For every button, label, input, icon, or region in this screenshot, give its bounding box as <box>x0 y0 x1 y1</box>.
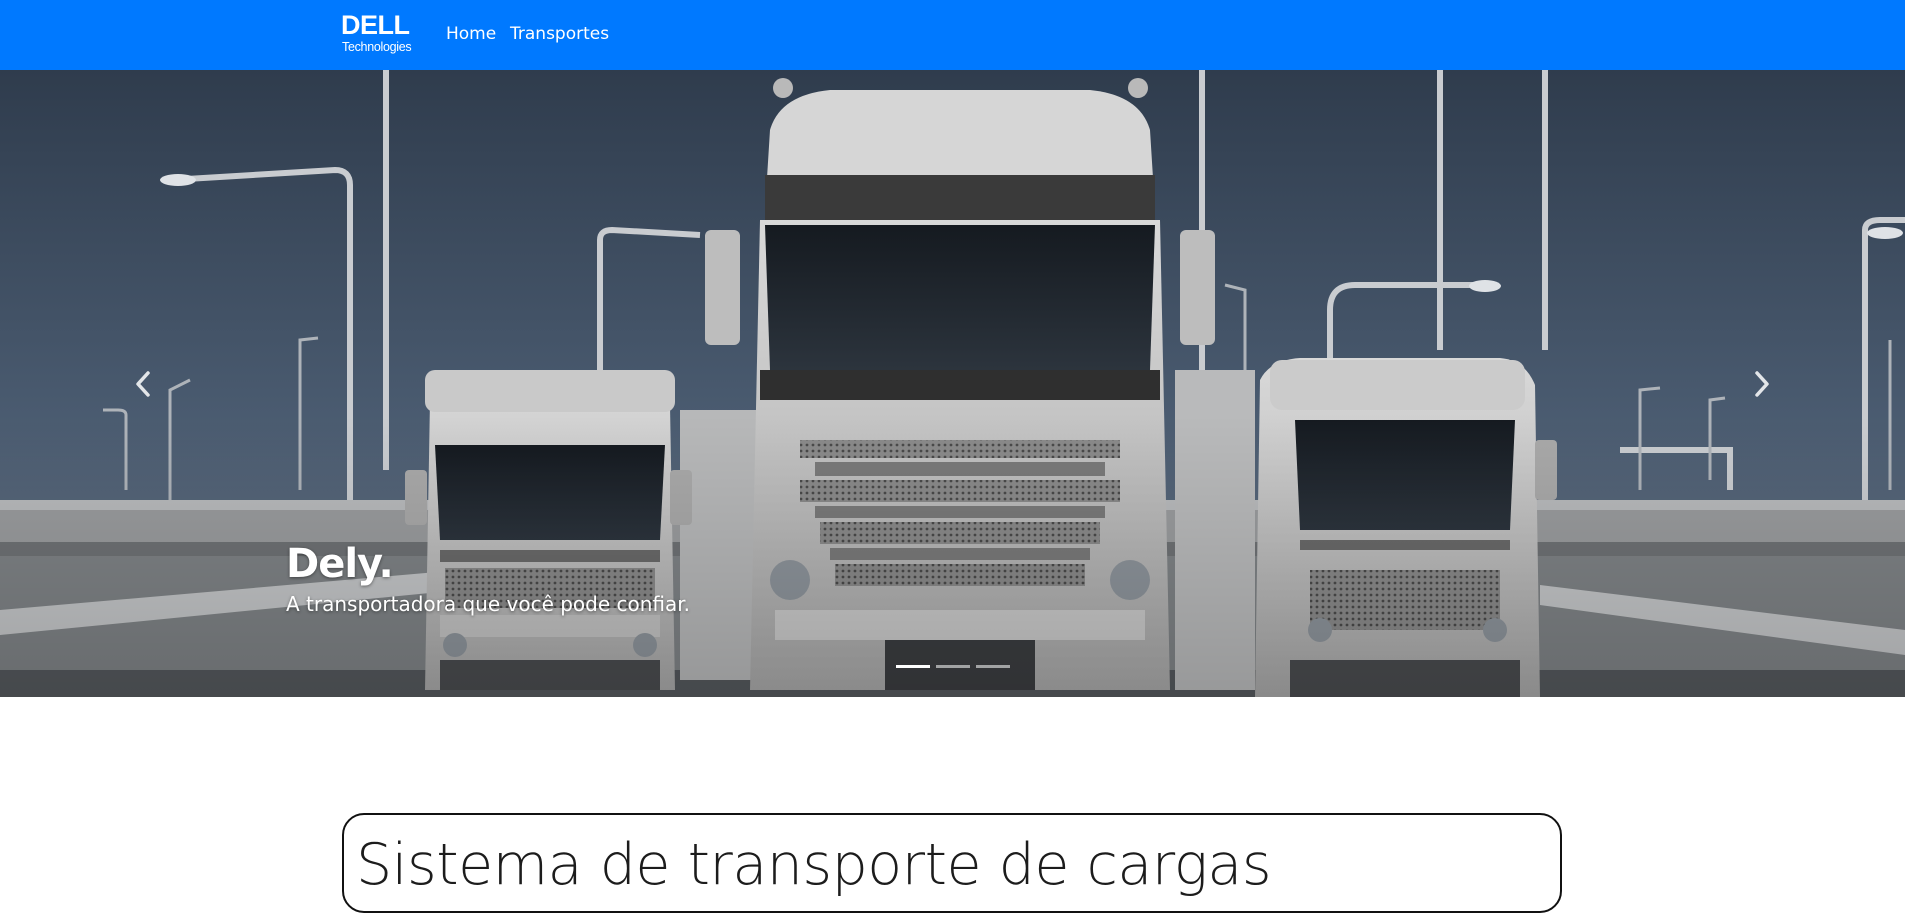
carousel-next-button[interactable] <box>1702 70 1822 697</box>
title-box: Sistema de transporte de cargas <box>342 813 1562 913</box>
carousel-indicator-3[interactable] <box>976 665 1010 668</box>
page-title: Sistema de transporte de cargas <box>356 832 1272 898</box>
dell-technologies-logo[interactable]: DELL Technologies <box>341 12 421 58</box>
logo-subtitle: Technologies <box>342 40 412 54</box>
carousel-indicator-1[interactable] <box>896 665 930 668</box>
hero-carousel: Dely. A transportadora que você pode con… <box>0 70 1905 697</box>
top-navbar: DELL Technologies Home Transportes <box>0 0 1905 70</box>
chevron-right-icon <box>1755 370 1769 397</box>
slide-title: Dely. <box>286 541 394 587</box>
nav-link-transportes[interactable]: Transportes <box>510 23 609 45</box>
logo-wordmark: DELL <box>341 10 410 40</box>
slide-subtitle: A transportadora que você pode confiar. <box>286 592 691 616</box>
chevron-left-icon <box>136 370 150 397</box>
nav-link-home[interactable]: Home <box>446 23 496 45</box>
carousel-prev-button[interactable] <box>83 70 203 697</box>
carousel-indicator-2[interactable] <box>936 665 970 668</box>
slide-caption: Dely. A transportadora que você pode con… <box>286 540 690 618</box>
carousel-indicators <box>896 665 1010 668</box>
